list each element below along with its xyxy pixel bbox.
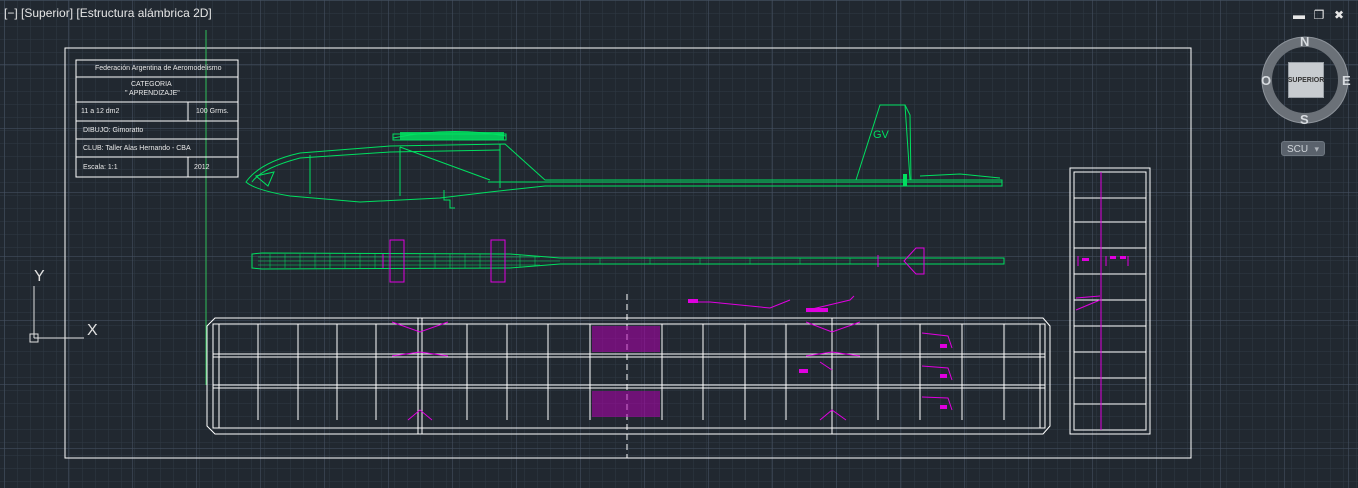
ucs-icon — [29, 286, 84, 343]
compass-west[interactable]: O — [1261, 73, 1271, 88]
fuselage-top-view — [251, 239, 1005, 283]
ucs-y-label: Y — [34, 268, 45, 285]
title-area: 11 a 12 dm2 — [81, 108, 120, 115]
fin-root-marker — [903, 174, 907, 186]
viewcube[interactable]: N S E O SUPERIOR — [1258, 32, 1354, 128]
fin-marking-text: GV — [873, 129, 890, 141]
ucs-x-label: X — [87, 322, 98, 339]
title-year: 2012 — [194, 164, 210, 171]
wing-joiner-marker — [400, 132, 504, 140]
title-club: CLUB: Taller Alas Hernando - CBA — [83, 145, 191, 152]
stabilizer-magenta-blocks — [1082, 256, 1126, 261]
title-federation: Federación Argentina de Aeromodelismo — [95, 65, 222, 72]
compass-north[interactable]: N — [1300, 34, 1309, 49]
viewcube-face-top[interactable]: SUPERIOR — [1288, 62, 1324, 98]
title-category-label: CATEGORIA — [131, 81, 172, 88]
fuselage-side-view — [245, 104, 1003, 209]
wing-magenta-details — [391, 295, 953, 421]
compass-east[interactable]: E — [1342, 73, 1351, 88]
compass-south[interactable]: S — [1300, 112, 1309, 127]
ucs-menu-button[interactable]: SCU — [1281, 141, 1325, 157]
title-block — [75, 59, 239, 178]
title-category-value: " APRENDIZAJE" — [125, 90, 180, 97]
title-scale: Escala: 1:1 — [83, 164, 118, 171]
cad-drawing[interactable]: GV — [0, 0, 1358, 488]
wing-hatched-panels — [592, 326, 660, 417]
stabilizer-plan — [1069, 167, 1151, 435]
title-weight: 100 Grms. — [196, 108, 229, 115]
stabilizer-magenta-details — [1075, 172, 1129, 430]
title-drawn-by: DIBUJO: Gimoratto — [83, 127, 144, 134]
